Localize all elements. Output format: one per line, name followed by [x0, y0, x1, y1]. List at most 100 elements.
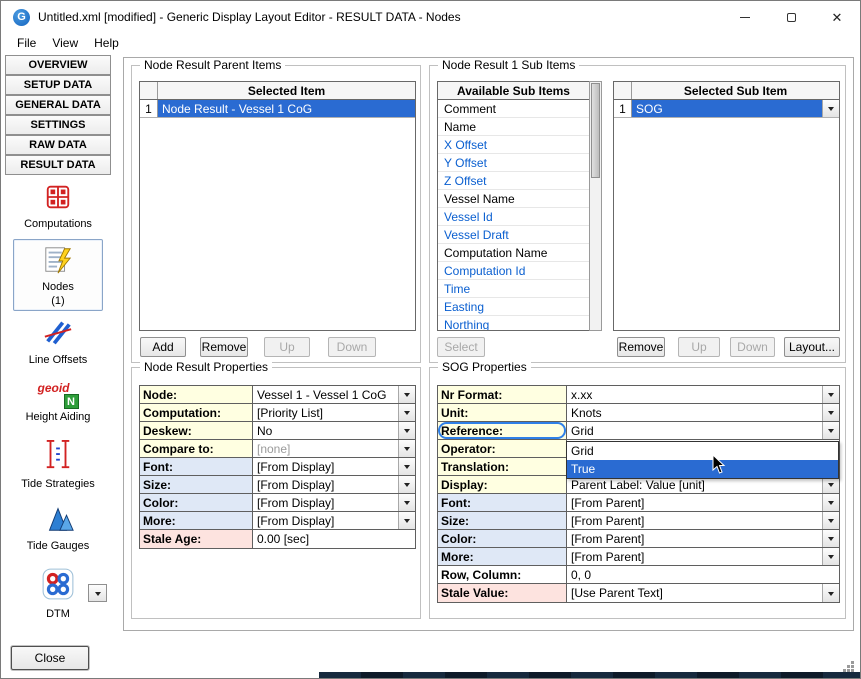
remove-button[interactable]: Remove	[200, 337, 248, 357]
sidebar-tool-tide-gauges[interactable]: Tide Gauges	[5, 503, 111, 553]
selected-item-table[interactable]: Selected Item 1 Node Result - Vessel 1 C…	[139, 81, 416, 331]
sidebar-tool-line-offsets[interactable]: Line Offsets	[5, 317, 111, 367]
node-select[interactable]: Vessel 1 - Vessel 1 CoG	[253, 386, 415, 403]
property-label: Stale Age:	[140, 530, 253, 548]
list-item[interactable]: Vessel Id	[438, 208, 589, 226]
sidebar-tool-tide-strategies[interactable]: Tide Strategies	[5, 437, 111, 491]
tool-label: DTM	[46, 608, 70, 621]
nodes-icon	[43, 245, 73, 280]
list-item[interactable]: Time	[438, 280, 589, 298]
layout-button[interactable]: Layout...	[784, 337, 840, 357]
stale-age-field[interactable]: 0.00 [sec]	[253, 530, 415, 548]
down-sub-item-button[interactable]: Down	[730, 337, 775, 357]
available-sub-items-list[interactable]: Available Sub Items Comment Name X Offse…	[437, 81, 590, 331]
font-select[interactable]: [From Parent]	[567, 494, 839, 511]
dropdown-option-grid[interactable]: Grid	[567, 442, 838, 460]
dropdown-arrow-icon[interactable]	[398, 476, 415, 493]
sidebar-item-overview[interactable]: OVERVIEW	[5, 55, 111, 75]
list-item[interactable]: Y Offset	[438, 154, 589, 172]
list-item[interactable]: Computation Name	[438, 244, 589, 262]
dropdown-arrow-icon[interactable]	[822, 512, 839, 529]
sidebar-tool-computations[interactable]: Computations	[5, 183, 111, 231]
font-select[interactable]: [From Display]	[253, 458, 415, 475]
sidebar-item-general-data[interactable]: GENERAL DATA	[5, 95, 111, 115]
list-item[interactable]: Computation Id	[438, 262, 589, 280]
close-button[interactable]: Close	[11, 646, 89, 670]
list-item[interactable]: Comment	[438, 100, 589, 118]
dropdown-arrow-icon[interactable]	[398, 386, 415, 403]
list-item[interactable]: X Offset	[438, 136, 589, 154]
nr-format-select[interactable]: x.xx	[567, 386, 839, 403]
sidebar-tool-nodes[interactable]: Nodes (1)	[13, 239, 103, 311]
more-select[interactable]: [From Parent]	[567, 548, 839, 565]
stale-value-select[interactable]: [Use Parent Text]	[567, 584, 839, 602]
size-select[interactable]: [From Parent]	[567, 512, 839, 529]
menu-file[interactable]: File	[9, 33, 44, 55]
reference-dropdown-popup: Grid True	[566, 441, 839, 479]
list-item[interactable]: Vessel Draft	[438, 226, 589, 244]
property-row-stale-value: Stale Value: [Use Parent Text]	[438, 584, 839, 602]
up-sub-item-button[interactable]: Up	[678, 337, 720, 357]
table-row[interactable]: 1 Node Result - Vessel 1 CoG	[140, 100, 415, 118]
unit-select[interactable]: Knots	[567, 404, 839, 421]
table-row[interactable]: 1 SOG	[614, 100, 839, 118]
table-header: Selected Item	[140, 82, 415, 100]
dropdown-arrow-icon[interactable]	[822, 386, 839, 403]
row-column-field[interactable]: 0, 0	[567, 566, 839, 583]
sidebar-item-settings[interactable]: SETTINGS	[5, 115, 111, 135]
dropdown-option-true[interactable]: True	[567, 460, 838, 478]
property-label: Size:	[140, 476, 253, 493]
menu-view[interactable]: View	[44, 33, 86, 55]
color-select[interactable]: [From Display]	[253, 494, 415, 511]
down-button[interactable]: Down	[328, 337, 376, 357]
reference-select[interactable]: Grid	[567, 422, 839, 439]
dtm-dropdown-button[interactable]	[88, 584, 107, 602]
dropdown-arrow-icon[interactable]	[398, 512, 415, 529]
dropdown-arrow-icon[interactable]	[822, 530, 839, 547]
dropdown-arrow-icon[interactable]	[822, 548, 839, 565]
compare-to-select[interactable]: [none]	[253, 440, 415, 457]
selected-sub-item-table[interactable]: Selected Sub Item 1 SOG	[613, 81, 840, 331]
list-item[interactable]: Z Offset	[438, 172, 589, 190]
dropdown-arrow-icon[interactable]	[822, 494, 839, 511]
menu-help[interactable]: Help	[86, 33, 127, 55]
select-button[interactable]: Select	[437, 337, 485, 357]
color-select[interactable]: [From Parent]	[567, 530, 839, 547]
add-button[interactable]: Add	[140, 337, 186, 357]
dropdown-arrow-icon[interactable]	[398, 458, 415, 475]
dropdown-arrow-icon[interactable]	[398, 404, 415, 421]
more-select[interactable]: [From Display]	[253, 512, 415, 529]
dropdown-arrow-icon[interactable]	[822, 584, 839, 602]
property-value: [Priority List]	[257, 406, 323, 420]
list-item[interactable]: Vessel Name	[438, 190, 589, 208]
deskew-select[interactable]: No	[253, 422, 415, 439]
list-item[interactable]: Name	[438, 118, 589, 136]
selected-sub-item[interactable]: SOG	[632, 100, 839, 117]
sidebar-tool-height-aiding[interactable]: geoid N Height Aiding	[5, 379, 111, 424]
maximize-button[interactable]	[768, 1, 814, 33]
dropdown-arrow-icon[interactable]	[822, 422, 839, 439]
remove-sub-item-button[interactable]: Remove	[617, 337, 665, 357]
close-window-button[interactable]: ✕	[814, 1, 860, 33]
sidebar-item-raw-data[interactable]: RAW DATA	[5, 135, 111, 155]
computation-select[interactable]: [Priority List]	[253, 404, 415, 421]
size-select[interactable]: [From Display]	[253, 476, 415, 493]
dropdown-arrow-icon[interactable]	[398, 494, 415, 511]
row-number: 1	[140, 100, 158, 117]
list-item[interactable]: Northing	[438, 316, 589, 331]
sidebar-item-result-data[interactable]: RESULT DATA	[5, 155, 111, 175]
list-item[interactable]: Easting	[438, 298, 589, 316]
property-value: [From Parent]	[571, 550, 644, 564]
selected-parent-item[interactable]: Node Result - Vessel 1 CoG	[158, 100, 415, 117]
dropdown-arrow-icon[interactable]	[822, 404, 839, 421]
property-row-size: Size: [From Display]	[140, 476, 415, 494]
minimize-button[interactable]	[722, 1, 768, 33]
up-button[interactable]: Up	[264, 337, 310, 357]
scrollbar-thumb[interactable]	[591, 83, 600, 178]
available-sub-items-scrollbar[interactable]	[589, 81, 602, 331]
property-label: Node:	[140, 386, 253, 403]
dropdown-arrow-icon[interactable]	[822, 100, 839, 117]
dropdown-arrow-icon[interactable]	[398, 422, 415, 439]
sidebar-item-setup-data[interactable]: SETUP DATA	[5, 75, 111, 95]
dropdown-arrow-icon[interactable]	[398, 440, 415, 457]
